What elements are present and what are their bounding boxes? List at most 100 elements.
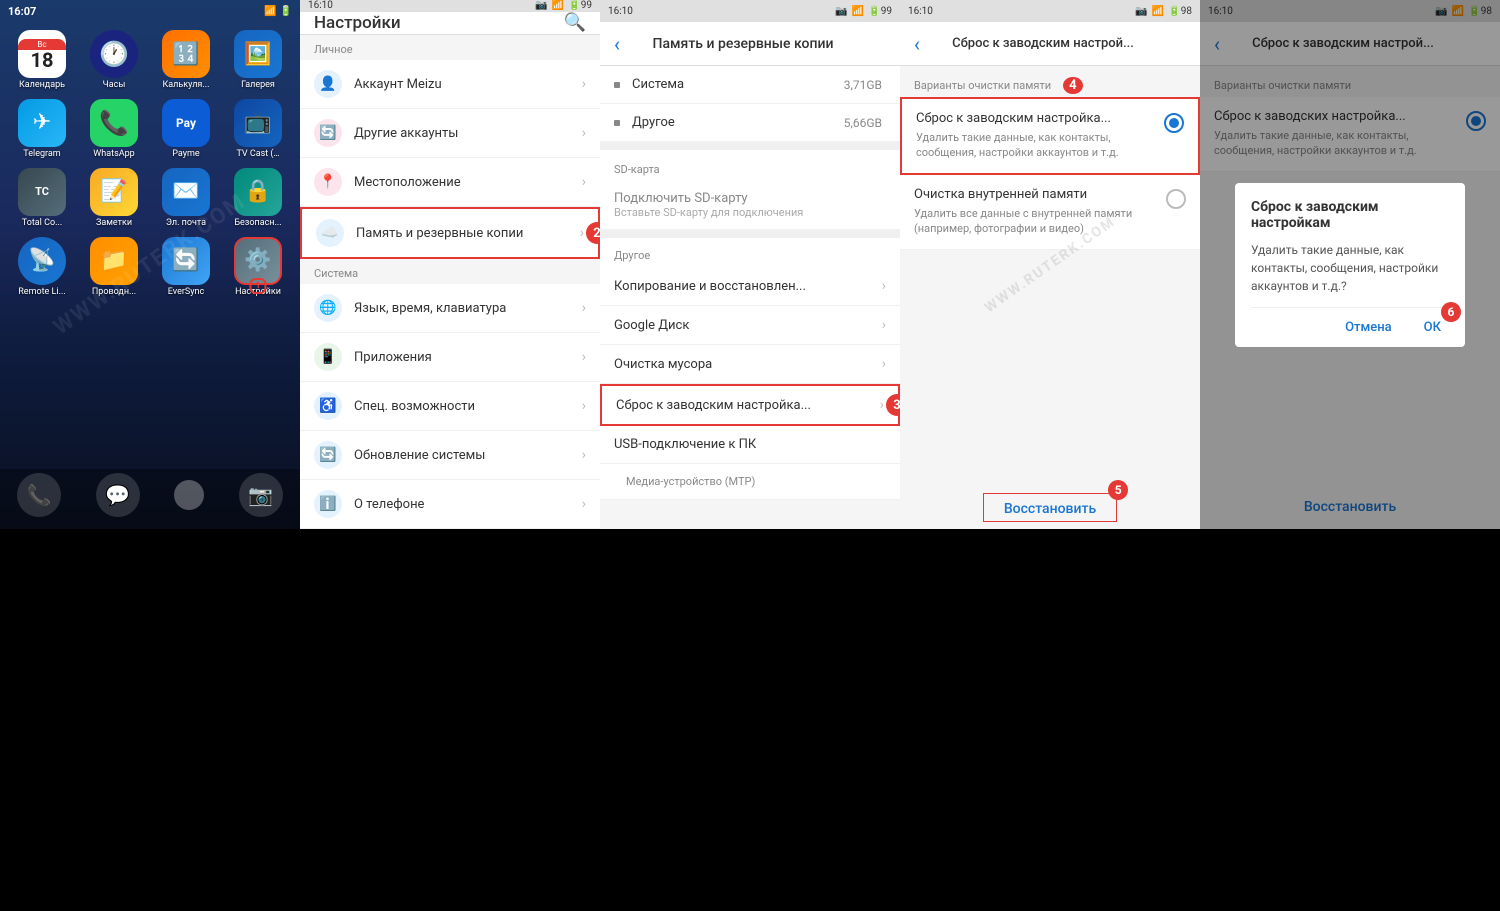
panel-final: WWW.RUTERK.COM 16:10 📷📶🔋98 ‹ Сброс к зав… [1200, 0, 1500, 529]
app-settings[interactable]: ⚙️ Настройки 1 [226, 237, 290, 298]
reset-back-btn[interactable]: ‹ [914, 32, 920, 56]
home-call-btn[interactable]: 📞 [17, 473, 61, 517]
meizu-account-icon: 👤 [314, 70, 342, 98]
mem-gdrive-item[interactable]: Google Диск › [600, 306, 900, 345]
app-whatsapp[interactable]: 📞 WhatsApp [82, 99, 146, 160]
divider-2 [600, 230, 900, 238]
dialog-cancel-btn[interactable]: Отмена [1337, 316, 1400, 339]
email-icon: ✉️ [172, 179, 199, 204]
restore-btn-container: Восстановить 5 [900, 485, 1200, 529]
settings-memory-backup[interactable]: ☁️ Память и резервные копии › 2 [300, 207, 600, 259]
app-payme-label: Payme [172, 150, 199, 160]
about-text: О телефоне [354, 497, 582, 512]
app-clock-label: Часы [103, 81, 126, 91]
settings-language[interactable]: 🌐 Язык, время, клавиатура › [300, 284, 600, 333]
telegram-icon: ✈ [33, 110, 51, 135]
app-notes[interactable]: 📝 Заметки [82, 168, 146, 229]
language-text: Язык, время, клавиатура [354, 301, 582, 316]
reset-internal-radio[interactable] [1166, 189, 1186, 209]
backup-arrow: › [882, 278, 886, 294]
variants-text: Варианты очистки памяти [914, 79, 1051, 92]
mem-mtp-text: Медиа-устройство (MTP) [626, 475, 886, 488]
settings-location[interactable]: 📍 Местоположение › [300, 158, 600, 207]
settings-about[interactable]: ℹ️ О телефоне › [300, 480, 600, 529]
mem-other-item: Другое 5,66GB [600, 104, 900, 142]
settings-update[interactable]: 🔄 Обновление системы › [300, 431, 600, 480]
tvcast-icon: 📺 [244, 110, 271, 135]
mem-system-item: Система 3,71GB [600, 66, 900, 104]
app-notes-label: Заметки [96, 219, 132, 229]
app-eversync[interactable]: 🔄 EverSync [154, 237, 218, 298]
mem-usb-item[interactable]: USB-подключение к ПК [600, 426, 900, 464]
memory-status-icons: 📷📶🔋99 [835, 6, 892, 17]
memory-title: Память и резервные копии [653, 36, 834, 52]
reset-status-bar: 16:10 📷📶🔋98 [900, 0, 1200, 22]
settings-apps[interactable]: 📱 Приложения › [300, 333, 600, 382]
reset-factory-text-wrap: Сброс к заводским настройка... Удалить т… [916, 111, 1156, 161]
memory-status-bar: 16:10 📷📶🔋99 [600, 0, 900, 22]
step6-badge: 6 [1441, 302, 1461, 322]
app-totalco[interactable]: TC Total Co... [10, 168, 74, 229]
mem-system-text: Система [632, 77, 844, 92]
restore-button[interactable]: Восстановить 5 [983, 493, 1117, 522]
reset-internal-sub: Удалить все данные с внутренней памяти (… [914, 206, 1158, 237]
cloud-icon: ☁️ [321, 225, 338, 241]
restore-btn-text: Восстановить [1004, 501, 1096, 517]
settings-status-bar: 16:10 📷📶🔋99 [300, 0, 600, 12]
reset-factory-radio[interactable] [1164, 113, 1184, 133]
gallery-icon: 🖼️ [244, 42, 271, 67]
app-calendar[interactable]: Вс 18 Календарь [10, 30, 74, 91]
reset-status-icons: 📷📶🔋98 [1135, 6, 1192, 17]
panel-home: WWW.RUTERK.COM 16:07 📶 🔋 Вс 18 Календарь… [0, 0, 300, 529]
app-tvcast[interactable]: 📺 TV Cast (… [226, 99, 290, 160]
dialog-ok-btn[interactable]: ОК 6 [1416, 316, 1449, 339]
app-provodn[interactable]: 📁 Проводн... [82, 237, 146, 298]
mem-reset-item[interactable]: Сброс к заводским настройка... › 3 [600, 384, 900, 426]
remote-icon: 📡 [28, 248, 55, 273]
step3-badge: 3 [886, 394, 900, 416]
app-email[interactable]: ✉️ Эл. почта [154, 168, 218, 229]
home-msg-btn[interactable]: 💬 [96, 473, 140, 517]
mem-reset-text: Сброс к заводским настройка... [616, 398, 880, 413]
panel-reset: WWW.RUTERK.COM 16:10 📷📶🔋98 ‹ Сброс к зав… [900, 0, 1200, 529]
app-security[interactable]: 🔒 Безопасн... [226, 168, 290, 229]
apps-icon: 📱 [319, 349, 336, 365]
app-email-label: Эл. почта [166, 219, 206, 229]
dialog-actions: Отмена ОК 6 [1251, 307, 1449, 347]
payme-icon: Pay [176, 116, 196, 130]
panel-settings: WWW.RUTERK.COM 16:10 📷📶🔋99 Настройки 🔍 Л… [300, 0, 600, 529]
app-remote[interactable]: 📡 Remote Li... [10, 237, 74, 298]
settings-icon: ⚙️ [244, 248, 271, 273]
update-icon-wrap: 🔄 [314, 441, 342, 469]
memory-arrow: › [580, 225, 584, 241]
settings-accessibility[interactable]: ♿ Спец. возможности › [300, 382, 600, 431]
app-gallery[interactable]: 🖼️ Галерея [226, 30, 290, 91]
home-search-btn[interactable] [174, 480, 204, 510]
mem-clean-item[interactable]: Очистка мусора › [600, 345, 900, 384]
step5-badge: 5 [1108, 480, 1128, 500]
home-camera-btn[interactable]: 📷 [239, 473, 283, 517]
app-telegram[interactable]: ✈ Telegram [10, 99, 74, 160]
memory-time: 16:10 [608, 6, 633, 17]
memory-items-list: Система 3,71GB Другое 5,66GB [600, 66, 900, 142]
app-clock[interactable]: 🕐 Часы [82, 30, 146, 91]
eversync-icon: 🔄 [172, 248, 199, 273]
app-calc[interactable]: 🔢 Калькуля... [154, 30, 218, 91]
reset-factory-option[interactable]: Сброс к заводским настройка... Удалить т… [900, 97, 1200, 175]
memory-back-btn[interactable]: ‹ [614, 32, 620, 56]
location-icon-wrap: 📍 [314, 168, 342, 196]
notes-icon: 📝 [100, 179, 127, 204]
settings-search-icon[interactable]: 🔍 [564, 12, 586, 33]
location-text: Местоположение [354, 175, 582, 190]
settings-other-accounts[interactable]: 🔄 Другие аккаунты › [300, 109, 600, 158]
clock-icon: 🕐 [99, 40, 129, 68]
app-provodn-label: Проводн... [92, 288, 136, 298]
meizu-account-text: Аккаунт Meizu [354, 77, 582, 92]
home-time: 16:07 [8, 5, 36, 18]
settings-meizu-account[interactable]: 👤 Аккаунт Meizu › [300, 60, 600, 109]
reset-internal-option[interactable]: Очистка внутренней памяти Удалить все да… [900, 175, 1200, 250]
reset-time: 16:10 [908, 6, 933, 17]
app-payme[interactable]: Pay Payme [154, 99, 218, 160]
ok-text: ОК [1424, 320, 1441, 335]
mem-backup-item[interactable]: Копирование и восстановлен... › [600, 267, 900, 306]
